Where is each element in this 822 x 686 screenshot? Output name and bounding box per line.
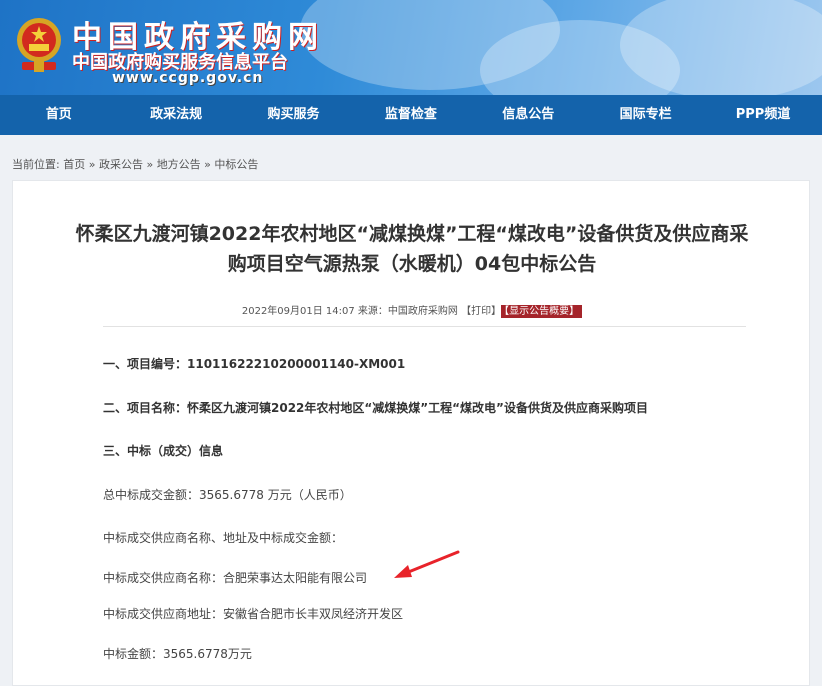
project-name: 二、项目名称：怀柔区九渡河镇2022年农村地区“减煤换煤”工程“煤改电”设备供货…: [103, 401, 648, 415]
article-title: 怀柔区九渡河镇2022年农村地区“减煤换煤”工程“煤改电”设备供货及供应商采 购…: [13, 219, 811, 279]
nav-item-purchase-services[interactable]: 购买服务: [235, 95, 352, 135]
nav-item-home[interactable]: 首页: [0, 95, 117, 135]
show-summary-button[interactable]: 【显示公告概要】: [501, 305, 583, 318]
site-url: www.ccgp.gov.cn: [112, 70, 264, 86]
header-cloud: [620, 0, 822, 95]
article-meta: 2022年09月01日 14:07 来源：中国政府采购网 【打印】 【显示公告概要…: [13, 302, 811, 318]
supplier-name: 中标成交供应商名称：合肥荣事达太阳能有限公司: [103, 571, 368, 585]
nav-item-supervision[interactable]: 监督检查: [352, 95, 469, 135]
nav-item-international[interactable]: 国际专栏: [587, 95, 704, 135]
article-panel: 怀柔区九渡河镇2022年农村地区“减煤换煤”工程“煤改电”设备供货及供应商采 购…: [12, 180, 810, 686]
section-award-info: 三、中标（成交）信息: [103, 444, 224, 458]
main-nav: 首页 政采法规 购买服务 监督检查 信息公告 国际专栏 PPP频道: [0, 95, 822, 135]
breadcrumb-procurement[interactable]: 政采公告: [99, 158, 143, 171]
breadcrumb-award[interactable]: 中标公告: [214, 158, 258, 171]
breadcrumb-local[interactable]: 地方公告: [157, 158, 201, 171]
national-emblem-icon: [17, 18, 61, 72]
supplier-header: 中标成交供应商名称、地址及中标成交金额：: [103, 531, 344, 545]
nav-item-announcements[interactable]: 信息公告: [470, 95, 587, 135]
nav-item-regulations[interactable]: 政采法规: [117, 95, 234, 135]
breadcrumb-home[interactable]: 首页: [63, 158, 85, 171]
divider: [103, 326, 746, 327]
breadcrumb: 当前位置: 首页 » 政采公告 » 地方公告 » 中标公告: [12, 158, 259, 171]
breadcrumb-prefix: 当前位置:: [12, 158, 60, 171]
nav-item-ppp[interactable]: PPP频道: [704, 95, 821, 135]
award-amount: 中标金额：3565.6778万元: [103, 647, 252, 661]
article-title-line1: 怀柔区九渡河镇2022年农村地区“减煤换煤”工程“煤改电”设备供货及供应商采: [75, 223, 749, 245]
site-header: 中国政府采购网 中国政府购买服务信息平台 www.ccgp.gov.cn: [0, 0, 822, 95]
project-number: 一、项目编号：11011622210200001140-XM001: [103, 357, 406, 371]
article-meta-text: 2022年09月01日 14:07 来源：中国政府采购网 【打印】: [241, 306, 502, 317]
supplier-address: 中标成交供应商地址：安徽省合肥市长丰双凤经济开发区: [103, 607, 404, 621]
red-arrow-icon: [394, 550, 460, 578]
article-title-line2: 购项目空气源热泵（水暖机）04包中标公告: [227, 253, 597, 275]
total-amount: 总中标成交金额：3565.6778 万元（人民币）: [103, 488, 352, 502]
